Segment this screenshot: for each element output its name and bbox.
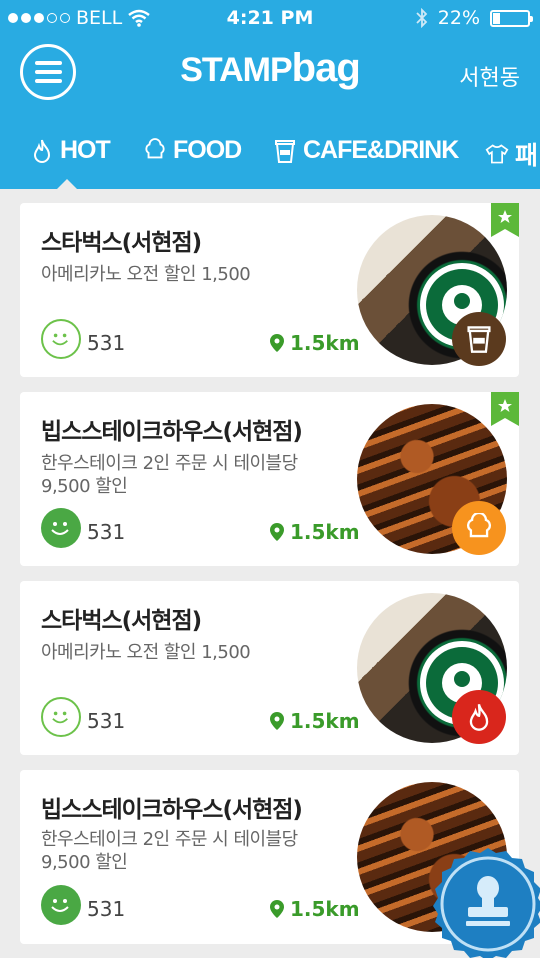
location-selector[interactable]: 서현동 [459,60,520,92]
category-badge [452,312,506,366]
smile-filled-icon[interactable] [41,885,81,925]
chef-hat-icon [467,513,491,538]
star-bookmark-icon[interactable] [491,203,519,237]
tab-food[interactable]: FOOD [143,136,242,165]
store-distance: 1.5km [270,520,360,544]
store-card[interactable]: 빕스스테이크하우스(서현점) 한우스테이크 2인 주문 시 테이블당 9,500 … [20,392,519,566]
battery-icon [490,9,533,27]
cup-icon [275,139,295,163]
store-offer: 한우스테이크 2인 주문 시 테이블당 9,500 할인 [41,453,298,497]
map-pin-icon [270,334,284,352]
store-card[interactable]: 스타벅스(서현점) 아메리카노 오전 할인 1,500 531 1.5km [20,203,519,377]
battery-percent: 22% [437,7,480,29]
like-count: 531 [87,331,126,355]
store-name: 빕스스테이크하우스(서현점) [41,797,303,823]
store-offer: 아메리카노 오전 할인 1,500 [41,642,251,663]
category-badge [452,690,506,744]
bluetooth-icon [416,8,428,28]
store-offer: 아메리카노 오전 할인 1,500 [41,264,251,285]
category-tabs: HOT FOOD CAFE&DRINK 패 [0,114,540,189]
store-distance: 1.5km [270,331,360,355]
like-count: 531 [87,520,126,544]
like-count: 531 [87,709,126,733]
store-distance: 1.5km [270,709,360,733]
smile-outline-icon[interactable] [41,697,81,737]
tab-fashion[interactable]: 패 [485,136,538,172]
store-offer: 한우스테이크 2인 주문 시 테이블당 9,500 할인 [41,829,298,873]
flame-icon [33,139,51,163]
chef-hat-icon [145,137,165,158]
cup-icon [467,326,491,353]
category-badge [452,501,506,555]
flame-icon [469,704,489,731]
tab-hot[interactable]: HOT [30,136,111,165]
star-bookmark-icon[interactable] [491,392,519,426]
like-count: 531 [87,897,126,921]
stamp-button[interactable] [426,842,540,958]
map-pin-icon [270,712,284,730]
store-distance: 1.5km [270,897,360,921]
store-name: 빕스스테이크하우스(서현점) [41,419,303,445]
tab-cafe-drink[interactable]: CAFE&DRINK [273,136,459,165]
status-bar: BELL 4:21 PM 22% [0,0,540,36]
map-pin-icon [270,523,284,541]
store-name: 스타벅스(서현점) [41,230,202,256]
tshirt-icon [485,144,509,164]
app-header: STAMPbag 서현동 [0,36,540,114]
store-card[interactable]: 스타벅스(서현점) 아메리카노 오전 할인 1,500 531 1.5km [20,581,519,755]
store-name: 스타벅스(서현점) [41,608,202,634]
smile-outline-icon[interactable] [41,319,81,359]
map-pin-icon [270,900,284,918]
active-tab-indicator [57,179,77,189]
smile-filled-icon[interactable] [41,508,81,548]
